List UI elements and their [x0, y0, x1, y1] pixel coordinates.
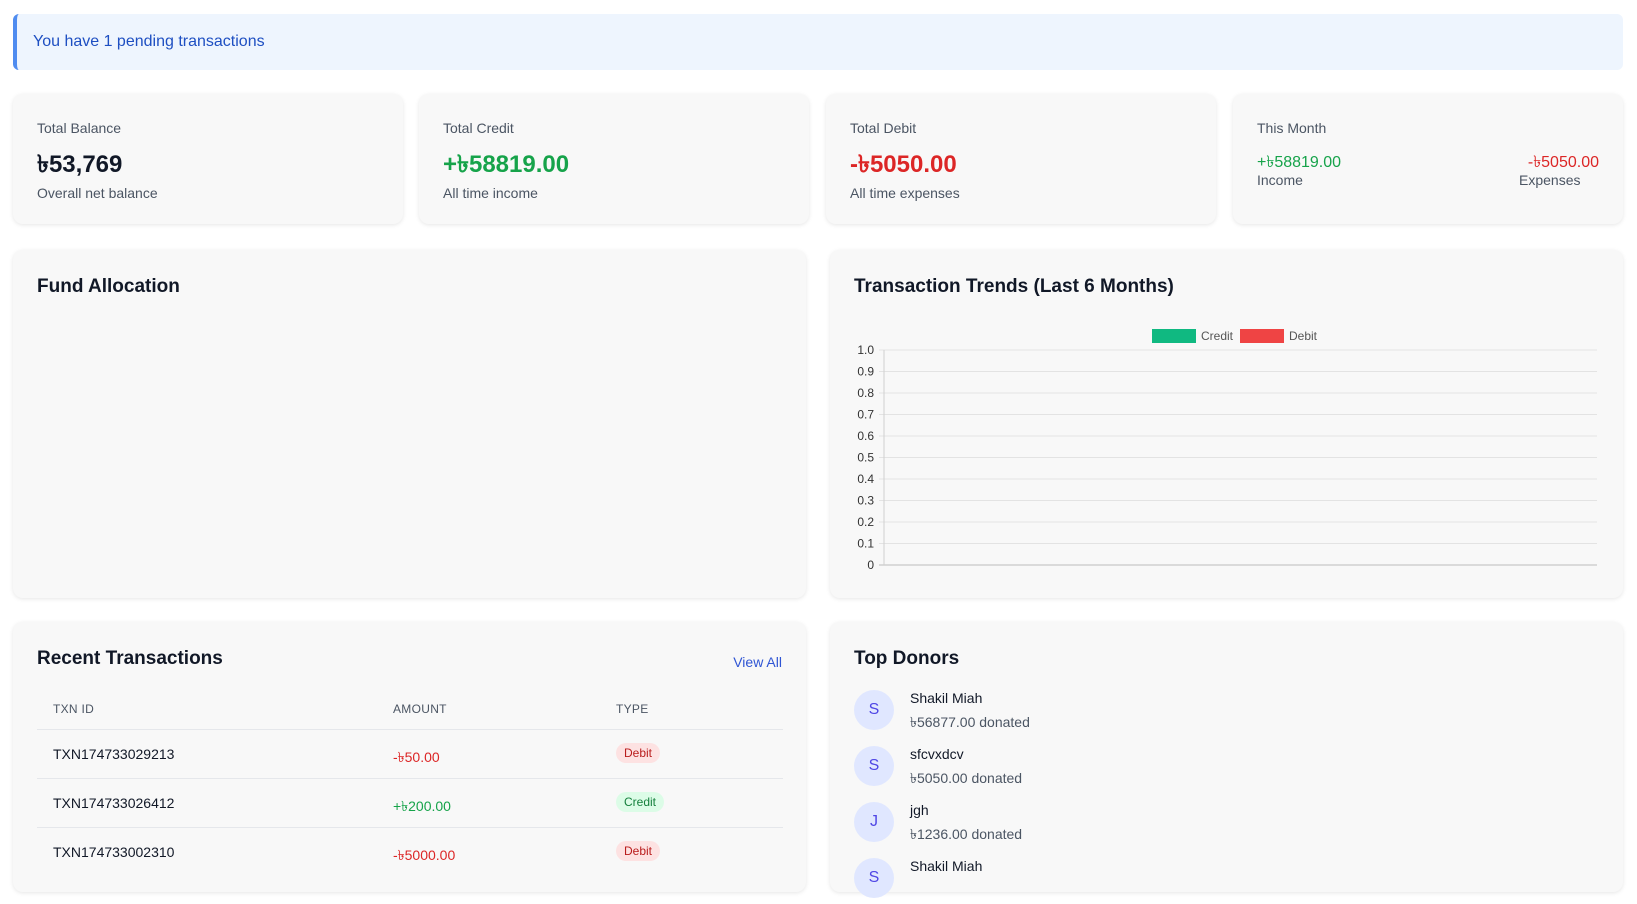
- view-all-link[interactable]: View All: [733, 654, 782, 670]
- recent-transactions-title: Recent Transactions: [37, 648, 223, 669]
- avatar: S: [854, 858, 894, 898]
- y-tick-label: 0.6: [857, 429, 874, 443]
- avatar: S: [854, 746, 894, 786]
- y-tick-label: 0.4: [857, 472, 874, 486]
- total-debit-value: -৳5050.00: [850, 151, 957, 178]
- y-tick-label: 0.5: [857, 451, 874, 465]
- total-balance-sub: Overall net balance: [37, 185, 158, 201]
- y-tick-label: 0.1: [857, 537, 874, 551]
- fund-allocation-card: Fund Allocation: [13, 250, 806, 598]
- column-header-amount: AMOUNT: [393, 702, 447, 716]
- total-credit-value: +৳58819.00: [443, 151, 570, 178]
- pending-alert: You have 1 pending transactions: [13, 14, 1623, 70]
- txn-id-cell: TXN174733029213: [53, 746, 175, 762]
- transaction-trends-card: Transaction Trends (Last 6 Months) Credi…: [830, 250, 1623, 598]
- total-debit-sub: All time expenses: [850, 185, 960, 201]
- recent-transactions-card: Recent Transactions View All TXN ID AMOU…: [13, 622, 806, 892]
- donor-amount: ৳56877.00 donated: [910, 714, 1030, 730]
- donor-item: S Shakil Miah: [854, 858, 1254, 904]
- month-expense-label: Expenses: [1519, 172, 1581, 188]
- chart-legend[interactable]: Credit Debit: [1152, 329, 1318, 343]
- chart-y-axis: 1.0 0.9 0.8 0.7 0.6 0.5 0.4 0.3 0.2 0.1 0: [857, 343, 874, 572]
- donor-item: J jgh ৳1236.00 donated: [854, 802, 1254, 848]
- legend-swatch-credit[interactable]: [1152, 329, 1196, 343]
- table-row[interactable]: TXN174733002310 -৳5000.00 Debit: [37, 827, 783, 877]
- table-row[interactable]: TXN174733029213 -৳50.00 Debit: [37, 729, 783, 779]
- chart-grid: [879, 349, 1597, 566]
- y-tick-label: 0: [867, 558, 874, 572]
- total-credit-card: Total Credit +৳58819.00 All time income: [419, 94, 809, 224]
- top-donors-card: Top Donors S Shakil Miah ৳56877.00 donat…: [830, 622, 1623, 898]
- this-month-card: This Month +৳58819.00 Income -৳5050.00 E…: [1233, 94, 1623, 224]
- month-income-label: Income: [1257, 172, 1303, 188]
- donor-item: S Shakil Miah ৳56877.00 donated: [854, 690, 1254, 736]
- transaction-trends-chart: Credit Debit 1.0 0.9 0.8 0.7 0.6 0.5 0.4 0.3 0.2 0…: [857, 329, 1597, 572]
- legend-label-debit[interactable]: Debit: [1289, 329, 1318, 343]
- y-tick-label: 0.2: [857, 515, 874, 529]
- y-tick-label: 1.0: [857, 343, 874, 357]
- total-balance-value: ৳53,769: [37, 151, 123, 178]
- txn-type-badge: Credit: [616, 792, 665, 812]
- legend-swatch-debit[interactable]: [1240, 329, 1284, 343]
- total-debit-card: Total Debit -৳5050.00 All time expenses: [826, 94, 1216, 224]
- txn-amount-cell: -৳50.00: [393, 749, 440, 765]
- total-credit-sub: All time income: [443, 185, 538, 201]
- fund-allocation-title: Fund Allocation: [37, 276, 180, 297]
- donor-amount: ৳1236.00 donated: [910, 826, 1023, 842]
- column-header-type: TYPE: [616, 702, 649, 716]
- donor-name: jgh: [910, 802, 929, 818]
- table-row[interactable]: TXN174733026412 +৳200.00 Credit: [37, 778, 783, 828]
- y-tick-label: 0.8: [857, 386, 874, 400]
- column-header-txn-id: TXN ID: [53, 702, 95, 716]
- this-month-label: This Month: [1257, 120, 1327, 136]
- avatar: J: [854, 802, 894, 842]
- legend-label-credit[interactable]: Credit: [1201, 329, 1234, 343]
- donor-amount: ৳5050.00 donated: [910, 770, 1023, 786]
- total-balance-label: Total Balance: [37, 120, 122, 136]
- txn-type-badge: Debit: [616, 743, 661, 763]
- txn-amount-cell: -৳5000.00: [393, 847, 456, 863]
- total-credit-label: Total Credit: [443, 120, 514, 136]
- y-tick-label: 0.7: [857, 408, 874, 422]
- donor-name: Shakil Miah: [910, 690, 983, 706]
- txn-type-badge: Debit: [616, 841, 661, 861]
- donor-name: sfcvxdcv: [910, 746, 964, 762]
- y-tick-label: 0.9: [857, 365, 874, 379]
- y-tick-label: 0.3: [857, 494, 874, 508]
- total-debit-label: Total Debit: [850, 120, 917, 136]
- avatar: S: [854, 690, 894, 730]
- pending-alert-text: You have 1 pending transactions: [33, 33, 265, 50]
- donor-item: S sfcvxdcv ৳5050.00 donated: [854, 746, 1254, 792]
- txn-id-cell: TXN174733026412: [53, 795, 175, 811]
- txn-amount-cell: +৳200.00: [393, 798, 451, 814]
- txn-id-cell: TXN174733002310: [53, 844, 175, 860]
- top-donors-title: Top Donors: [854, 648, 960, 669]
- total-balance-card: Total Balance ৳53,769 Overall net balanc…: [13, 94, 403, 224]
